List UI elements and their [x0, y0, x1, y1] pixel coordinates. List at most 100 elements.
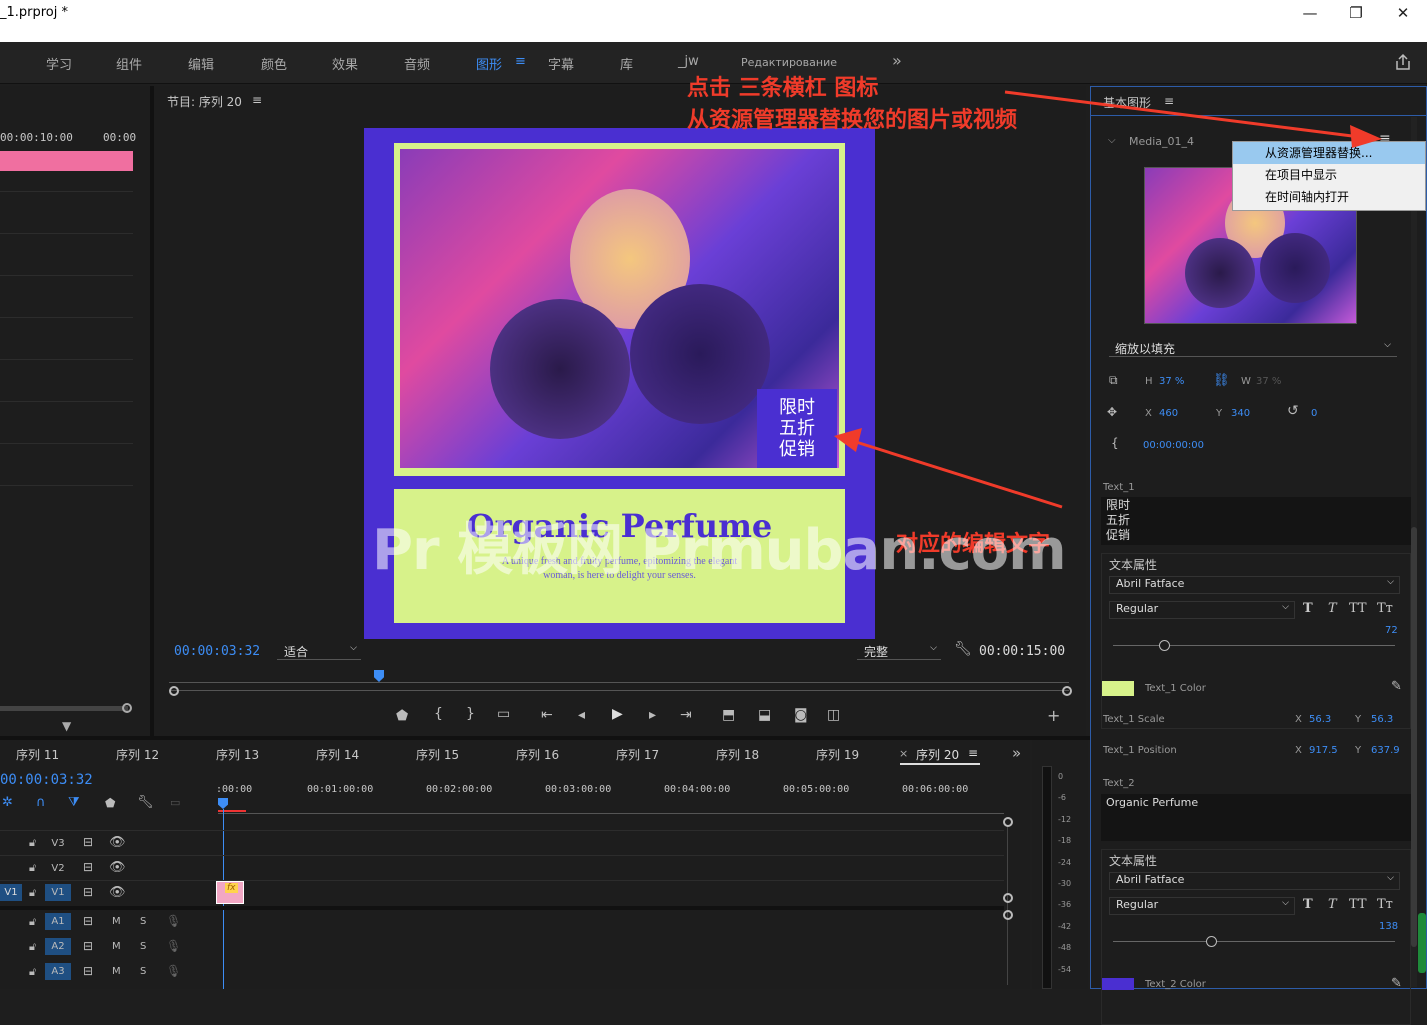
- sync-icon[interactable]: ⊟: [83, 860, 93, 874]
- font-size-slider-handle-2[interactable]: [1206, 936, 1217, 947]
- tab-seq-12[interactable]: 序列 12: [116, 746, 159, 763]
- zoom-bar[interactable]: [169, 690, 1069, 691]
- mic-icon[interactable]: 🎙︎: [166, 964, 181, 978]
- solo-button[interactable]: S: [140, 916, 146, 927]
- mute-button[interactable]: M: [112, 966, 121, 977]
- menu-item-replace-from-explorer[interactable]: 从资源管理器替换...: [1233, 142, 1425, 164]
- x-value[interactable]: 460: [1159, 408, 1178, 419]
- track-a1[interactable]: A1: [45, 913, 71, 930]
- height-value[interactable]: 37 %: [1159, 376, 1184, 387]
- rotation-value[interactable]: 0: [1311, 408, 1317, 419]
- ws-audio[interactable]: 音频: [404, 54, 430, 73]
- time-ruler[interactable]: [169, 669, 1069, 683]
- lock-icon[interactable]: 🔓︎: [29, 836, 36, 850]
- track-a2[interactable]: A2: [45, 938, 71, 955]
- tab-seq-14[interactable]: 序列 14: [316, 746, 359, 763]
- menu-item-reveal-in-project[interactable]: 在项目中显示: [1233, 164, 1425, 186]
- track-v3[interactable]: V3: [45, 835, 71, 852]
- mark-in-icon[interactable]: {: [434, 706, 443, 722]
- ws-graphics-menu-icon[interactable]: ≡: [515, 54, 526, 69]
- font-size-slider[interactable]: [1113, 645, 1395, 646]
- minimize-button[interactable]: —: [1290, 2, 1330, 24]
- tabs-more-icon[interactable]: »: [1012, 744, 1021, 762]
- track-v1[interactable]: V1: [45, 884, 71, 901]
- timeline-ruler[interactable]: [218, 808, 1004, 814]
- go-to-out-icon[interactable]: ⇥: [680, 707, 692, 723]
- tab-seq-16[interactable]: 序列 16: [516, 746, 559, 763]
- eye-icon[interactable]: 👁︎: [109, 835, 126, 850]
- add-marker-icon[interactable]: ⬟: [105, 796, 115, 810]
- ws-editing[interactable]: 编辑: [188, 54, 214, 73]
- mute-button[interactable]: M: [112, 916, 121, 927]
- vscroll-handle-top[interactable]: [1003, 817, 1013, 827]
- small-caps-button[interactable]: Tт: [1377, 601, 1393, 616]
- sync-icon[interactable]: ⊟: [83, 939, 93, 953]
- eg-scroll-thumb[interactable]: [1411, 527, 1417, 947]
- solo-button[interactable]: S: [140, 941, 146, 952]
- lift-icon[interactable]: ⬒: [722, 707, 735, 723]
- track-a3[interactable]: A3: [45, 963, 71, 980]
- lock-icon[interactable]: 🔓︎: [29, 915, 36, 929]
- menu-item-open-in-timeline[interactable]: 在时间轴内打开: [1233, 186, 1425, 208]
- timeline-timecode[interactable]: 00:00:03:32: [0, 772, 93, 788]
- timeline-vscroll[interactable]: [1007, 825, 1008, 985]
- sync-icon[interactable]: ⊟: [83, 835, 93, 849]
- media-layer-name[interactable]: Media_01_4: [1129, 135, 1194, 148]
- mark-out-icon[interactable]: }: [466, 706, 475, 722]
- compare-view-icon[interactable]: ◫: [827, 707, 840, 723]
- lock-icon[interactable]: 🔓︎: [29, 861, 36, 875]
- font-size-value[interactable]: 72: [1385, 625, 1398, 636]
- vscroll-handle-audio[interactable]: [1003, 910, 1013, 920]
- sync-icon[interactable]: ⊟: [83, 964, 93, 978]
- tab-seq-13[interactable]: 序列 13: [216, 746, 259, 763]
- eye-icon[interactable]: 👁︎: [109, 860, 126, 875]
- close-button[interactable]: ✕: [1383, 2, 1423, 24]
- ws-graphics[interactable]: 图形: [476, 54, 502, 73]
- program-timecode[interactable]: 00:00:03:32: [174, 644, 260, 659]
- eg-menu-icon[interactable]: ≡: [1164, 94, 1174, 108]
- left-clip-bar[interactable]: [0, 151, 133, 171]
- solo-button[interactable]: S: [140, 966, 146, 977]
- wrench-icon[interactable]: 🔧︎: [954, 641, 972, 657]
- small-caps-button-2[interactable]: Tт: [1377, 897, 1393, 912]
- bold-button-2[interactable]: T: [1303, 897, 1313, 912]
- sync-icon[interactable]: ⊟: [83, 885, 93, 899]
- pos-y-value[interactable]: 637.9: [1371, 745, 1400, 756]
- step-back-icon[interactable]: ◂: [578, 707, 585, 723]
- tab-seq-15[interactable]: 序列 15: [416, 746, 459, 763]
- tab-seq-17[interactable]: 序列 17: [616, 746, 659, 763]
- filter-icon[interactable]: ▼: [62, 719, 71, 733]
- left-scrollbar[interactable]: [0, 706, 128, 711]
- italic-button[interactable]: T: [1328, 601, 1337, 616]
- extract-icon[interactable]: ⬓: [758, 707, 771, 723]
- safe-margins-icon[interactable]: ▭: [497, 706, 510, 722]
- font-size-slider-2[interactable]: [1113, 941, 1395, 942]
- track-v2[interactable]: V2: [45, 860, 71, 877]
- ws-color[interactable]: 颜色: [261, 54, 287, 73]
- eyedropper-icon[interactable]: ✎: [1391, 679, 1402, 694]
- quality-select[interactable]: 完整 ⌵: [857, 643, 941, 660]
- mute-button[interactable]: M: [112, 941, 121, 952]
- timeline-settings-icon[interactable]: 🔧︎: [137, 795, 154, 810]
- ws-captions[interactable]: 字幕: [548, 54, 574, 73]
- text2-field[interactable]: Organic Perfume: [1101, 794, 1411, 841]
- vscroll-handle-mid[interactable]: [1003, 893, 1013, 903]
- zoom-handle-right[interactable]: [1062, 686, 1072, 696]
- ws-jw[interactable]: _jw: [678, 54, 699, 69]
- scale-y-value[interactable]: 56.3: [1371, 714, 1393, 725]
- maximize-button[interactable]: ❐: [1336, 2, 1376, 24]
- scale-mode-select[interactable]: 缩放以填充 ⌵: [1109, 340, 1397, 357]
- tab-seq-18[interactable]: 序列 18: [716, 746, 759, 763]
- snap-icon[interactable]: ∩: [36, 795, 46, 810]
- sale-badge[interactable]: 限时 五折 促销: [757, 389, 837, 468]
- left-scroll-handle[interactable]: [122, 703, 132, 713]
- zoom-handle-left[interactable]: [169, 686, 179, 696]
- timeline-clip[interactable]: fx: [216, 881, 244, 904]
- all-caps-button-2[interactable]: TT: [1349, 897, 1367, 912]
- text2-color-swatch[interactable]: [1102, 978, 1134, 990]
- share-icon[interactable]: [1394, 53, 1412, 70]
- text1-field[interactable]: 限时 五折 促销: [1101, 497, 1411, 545]
- go-to-in-icon[interactable]: ⇤: [541, 707, 553, 723]
- bold-button[interactable]: T: [1303, 601, 1313, 616]
- font-size-slider-handle[interactable]: [1159, 640, 1170, 651]
